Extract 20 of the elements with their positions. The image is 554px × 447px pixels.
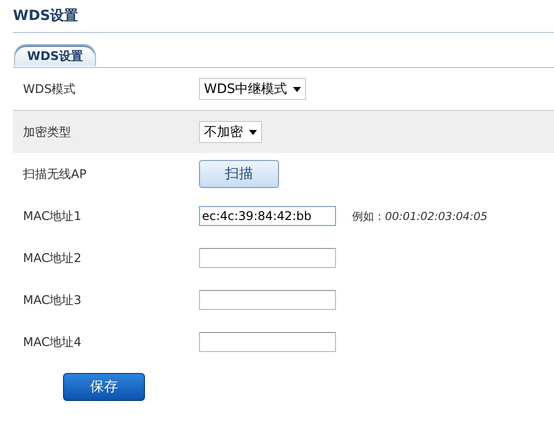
field-label: MAC地址3 [22, 292, 82, 308]
scan-button[interactable]: 扫描 [199, 160, 279, 188]
input-field[interactable] [199, 332, 336, 352]
save-button[interactable]: 保存 [63, 373, 145, 401]
field-label: WDS模式 [22, 80, 77, 98]
dropdown[interactable]: 不加密 [199, 121, 262, 143]
dropdown[interactable]: WDS中继模式 [199, 78, 306, 100]
caret-icon [249, 130, 257, 134]
field-label: MAC地址4 [22, 334, 82, 350]
field-label: MAC地址2 [22, 250, 82, 266]
example-text: 例如：00:01:02:03:04:05 [352, 208, 488, 224]
page-title: WDS设置 [13, 7, 554, 33]
input-field[interactable] [199, 248, 336, 268]
field-label: MAC地址1 [22, 208, 82, 224]
field-label: 扫描无线AP [22, 166, 88, 182]
tab[interactable]: WDS设置 [14, 44, 96, 66]
input-field[interactable]: ec:4c:39:84:42:bb [199, 206, 336, 226]
input-field[interactable] [199, 290, 336, 310]
caret-icon [293, 86, 302, 92]
field-label: 加密类型 [22, 124, 72, 140]
